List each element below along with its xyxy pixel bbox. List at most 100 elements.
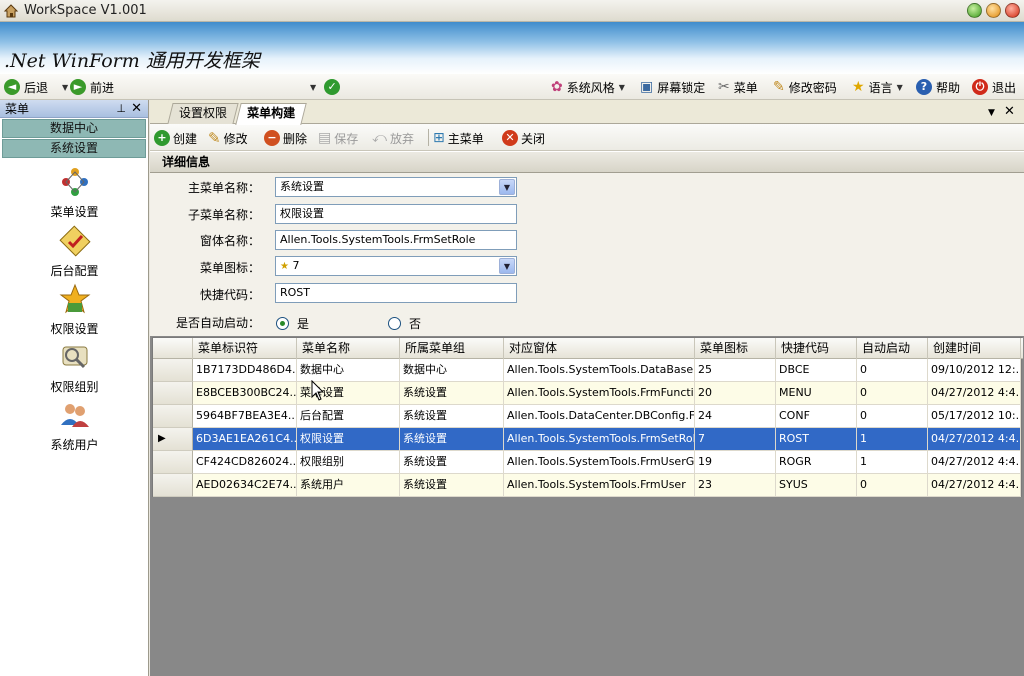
table-cell[interactable]: Allen.Tools.DataCenter.DBConfig.Fr...: [504, 405, 695, 428]
table-cell[interactable]: SYUS: [776, 474, 857, 497]
table-cell[interactable]: 系统设置: [400, 474, 504, 497]
close-form-button[interactable]: ✕ 关闭: [502, 128, 545, 148]
change-password-button[interactable]: ✎ 修改密码: [773, 78, 837, 96]
table-cell[interactable]: 系统设置: [400, 405, 504, 428]
table-cell[interactable]: 04/27/2012 4:4...: [928, 474, 1021, 497]
table-cell[interactable]: 权限设置: [297, 428, 400, 451]
table-row[interactable]: 5964BF7BEA3E4... 后台配置 系统设置 Allen.Tools.Data…: [153, 405, 1023, 428]
table-cell[interactable]: 05/17/2012 10:...: [928, 405, 1021, 428]
row-header[interactable]: [153, 359, 193, 382]
table-cell[interactable]: ROST: [776, 428, 857, 451]
table-row[interactable]: 1B7173DD486D4... 数据中心 数据中心 Allen.Tools.Syst…: [153, 359, 1023, 382]
chevron-down-icon[interactable]: ▼: [499, 258, 515, 274]
row-header[interactable]: [153, 405, 193, 428]
table-row[interactable]: CF424CD826024... 权限组别 系统设置 Allen.Tools.Syst…: [153, 451, 1023, 474]
help-button[interactable]: ? 帮助: [916, 78, 960, 96]
table-cell[interactable]: 系统设置: [400, 451, 504, 474]
table-cell[interactable]: 1: [857, 428, 928, 451]
close-tab-icon[interactable]: ✕: [1004, 104, 1015, 119]
column-header[interactable]: 对应窗体: [504, 338, 695, 359]
row-header[interactable]: ▶: [153, 428, 193, 451]
table-cell[interactable]: E8BCEB300BC24...: [193, 382, 297, 405]
sub-menu-name-field[interactable]: 权限设置: [275, 204, 517, 224]
tab-menu-builder[interactable]: 菜单构建: [235, 103, 307, 125]
row-header[interactable]: [153, 382, 193, 405]
chevron-down-icon[interactable]: ▼: [499, 179, 515, 195]
table-cell[interactable]: 09/10/2012 12:...: [928, 359, 1021, 382]
table-cell[interactable]: Allen.Tools.SystemTools.FrmFunction: [504, 382, 695, 405]
table-cell[interactable]: CF424CD826024...: [193, 451, 297, 474]
save-button[interactable]: ▤ 保存: [318, 128, 358, 148]
shortcut-field[interactable]: ROST: [275, 283, 517, 303]
table-cell[interactable]: ROGR: [776, 451, 857, 474]
table-cell[interactable]: 04/27/2012 4:4...: [928, 382, 1021, 405]
table-cell[interactable]: DBCE: [776, 359, 857, 382]
menu-icon-select[interactable]: ★ 7 ▼: [275, 256, 517, 276]
table-cell[interactable]: 04/27/2012 4:4...: [928, 428, 1021, 451]
history-dropdown[interactable]: ▼ ✓: [310, 78, 341, 96]
minimize-button[interactable]: [967, 3, 982, 18]
table-cell[interactable]: 0: [857, 359, 928, 382]
column-header[interactable]: 菜单标识符: [193, 338, 297, 359]
table-cell[interactable]: Allen.Tools.SystemTools.FrmUser: [504, 474, 695, 497]
sidebar-item-permission-settings[interactable]: 权限设置: [0, 283, 149, 337]
table-cell[interactable]: 系统用户: [297, 474, 400, 497]
main-menu-button[interactable]: ⊞ 主菜单: [433, 128, 484, 148]
table-cell[interactable]: 1: [857, 451, 928, 474]
row-header[interactable]: [153, 451, 193, 474]
table-cell[interactable]: 25: [695, 359, 776, 382]
sidebar-group-data-center[interactable]: 数据中心: [2, 119, 146, 138]
form-name-field[interactable]: Allen.Tools.SystemTools.FrmSetRole: [275, 230, 517, 250]
table-cell[interactable]: 权限组别: [297, 451, 400, 474]
discard-button[interactable]: ⤺ 放弃: [372, 128, 414, 148]
autostart-yes-radio[interactable]: 是: [276, 315, 309, 332]
close-icon[interactable]: ✕: [131, 100, 142, 118]
lock-screen-button[interactable]: ▣ 屏幕锁定: [640, 78, 705, 96]
table-cell[interactable]: MENU: [776, 382, 857, 405]
tab-set-permissions[interactable]: 设置权限: [167, 103, 239, 124]
table-cell[interactable]: 0: [857, 382, 928, 405]
table-cell[interactable]: 04/27/2012 4:4...: [928, 451, 1021, 474]
table-cell[interactable]: 23: [695, 474, 776, 497]
column-header[interactable]: 菜单图标: [695, 338, 776, 359]
table-row[interactable]: E8BCEB300BC24...菜单设置系统设置Allen.Tools.Syst…: [153, 382, 1023, 405]
table-cell[interactable]: 6D3AE1EA261C4...: [193, 428, 297, 451]
sidebar-item-menu-settings[interactable]: 菜单设置: [0, 166, 149, 220]
sidebar-item-permission-groups[interactable]: 权限组别: [0, 341, 149, 395]
table-cell[interactable]: 系统设置: [400, 382, 504, 405]
table-cell[interactable]: 数据中心: [297, 359, 400, 382]
table-cell[interactable]: 后台配置: [297, 405, 400, 428]
row-header[interactable]: [153, 474, 193, 497]
language-menu[interactable]: ★ 语言 ▼: [852, 78, 903, 96]
sidebar-group-system-settings[interactable]: 系统设置: [2, 139, 146, 158]
sidebar-item-backend-config[interactable]: 后台配置: [0, 225, 149, 279]
table-cell[interactable]: Allen.Tools.SystemTools.FrmUserGro...: [504, 451, 695, 474]
table-cell[interactable]: 系统设置: [400, 428, 504, 451]
table-cell[interactable]: 5964BF7BEA3E4...: [193, 405, 297, 428]
table-cell[interactable]: CONF: [776, 405, 857, 428]
sidebar-item-system-users[interactable]: 系统用户: [0, 399, 149, 453]
table-cell[interactable]: 0: [857, 474, 928, 497]
column-header[interactable]: 菜单名称: [297, 338, 400, 359]
table-row[interactable]: ▶ 6D3AE1EA261C4... 权限设置 系统设置 Allen.Tools.Sys…: [153, 428, 1023, 451]
table-cell[interactable]: 1B7173DD486D4...: [193, 359, 297, 382]
close-button[interactable]: [1005, 3, 1020, 18]
maximize-button[interactable]: [986, 3, 1001, 18]
create-button[interactable]: + 创建: [154, 128, 197, 148]
column-header[interactable]: 快捷代码: [776, 338, 857, 359]
system-style-menu[interactable]: ✿ 系统风格 ▼: [551, 78, 625, 96]
autostart-no-radio[interactable]: 否: [388, 315, 421, 332]
table-cell[interactable]: AED02634C2E74...: [193, 474, 297, 497]
table-cell[interactable]: Allen.Tools.SystemTools.DataBase.F...: [504, 359, 695, 382]
chevron-down-icon[interactable]: ▼: [62, 83, 68, 92]
menu-button[interactable]: ✂ 菜单: [718, 78, 758, 96]
table-cell[interactable]: 20: [695, 382, 776, 405]
table-row[interactable]: AED02634C2E74... 系统用户 系统设置 Allen.Tools.Syst…: [153, 474, 1023, 497]
table-cell[interactable]: 数据中心: [400, 359, 504, 382]
column-header[interactable]: 所属菜单组: [400, 338, 504, 359]
column-header[interactable]: 自动启动: [857, 338, 928, 359]
tab-list-dropdown-icon[interactable]: ▼: [988, 108, 995, 118]
table-cell[interactable]: 0: [857, 405, 928, 428]
delete-button[interactable]: − 删除: [264, 128, 307, 148]
table-cell[interactable]: 7: [695, 428, 776, 451]
